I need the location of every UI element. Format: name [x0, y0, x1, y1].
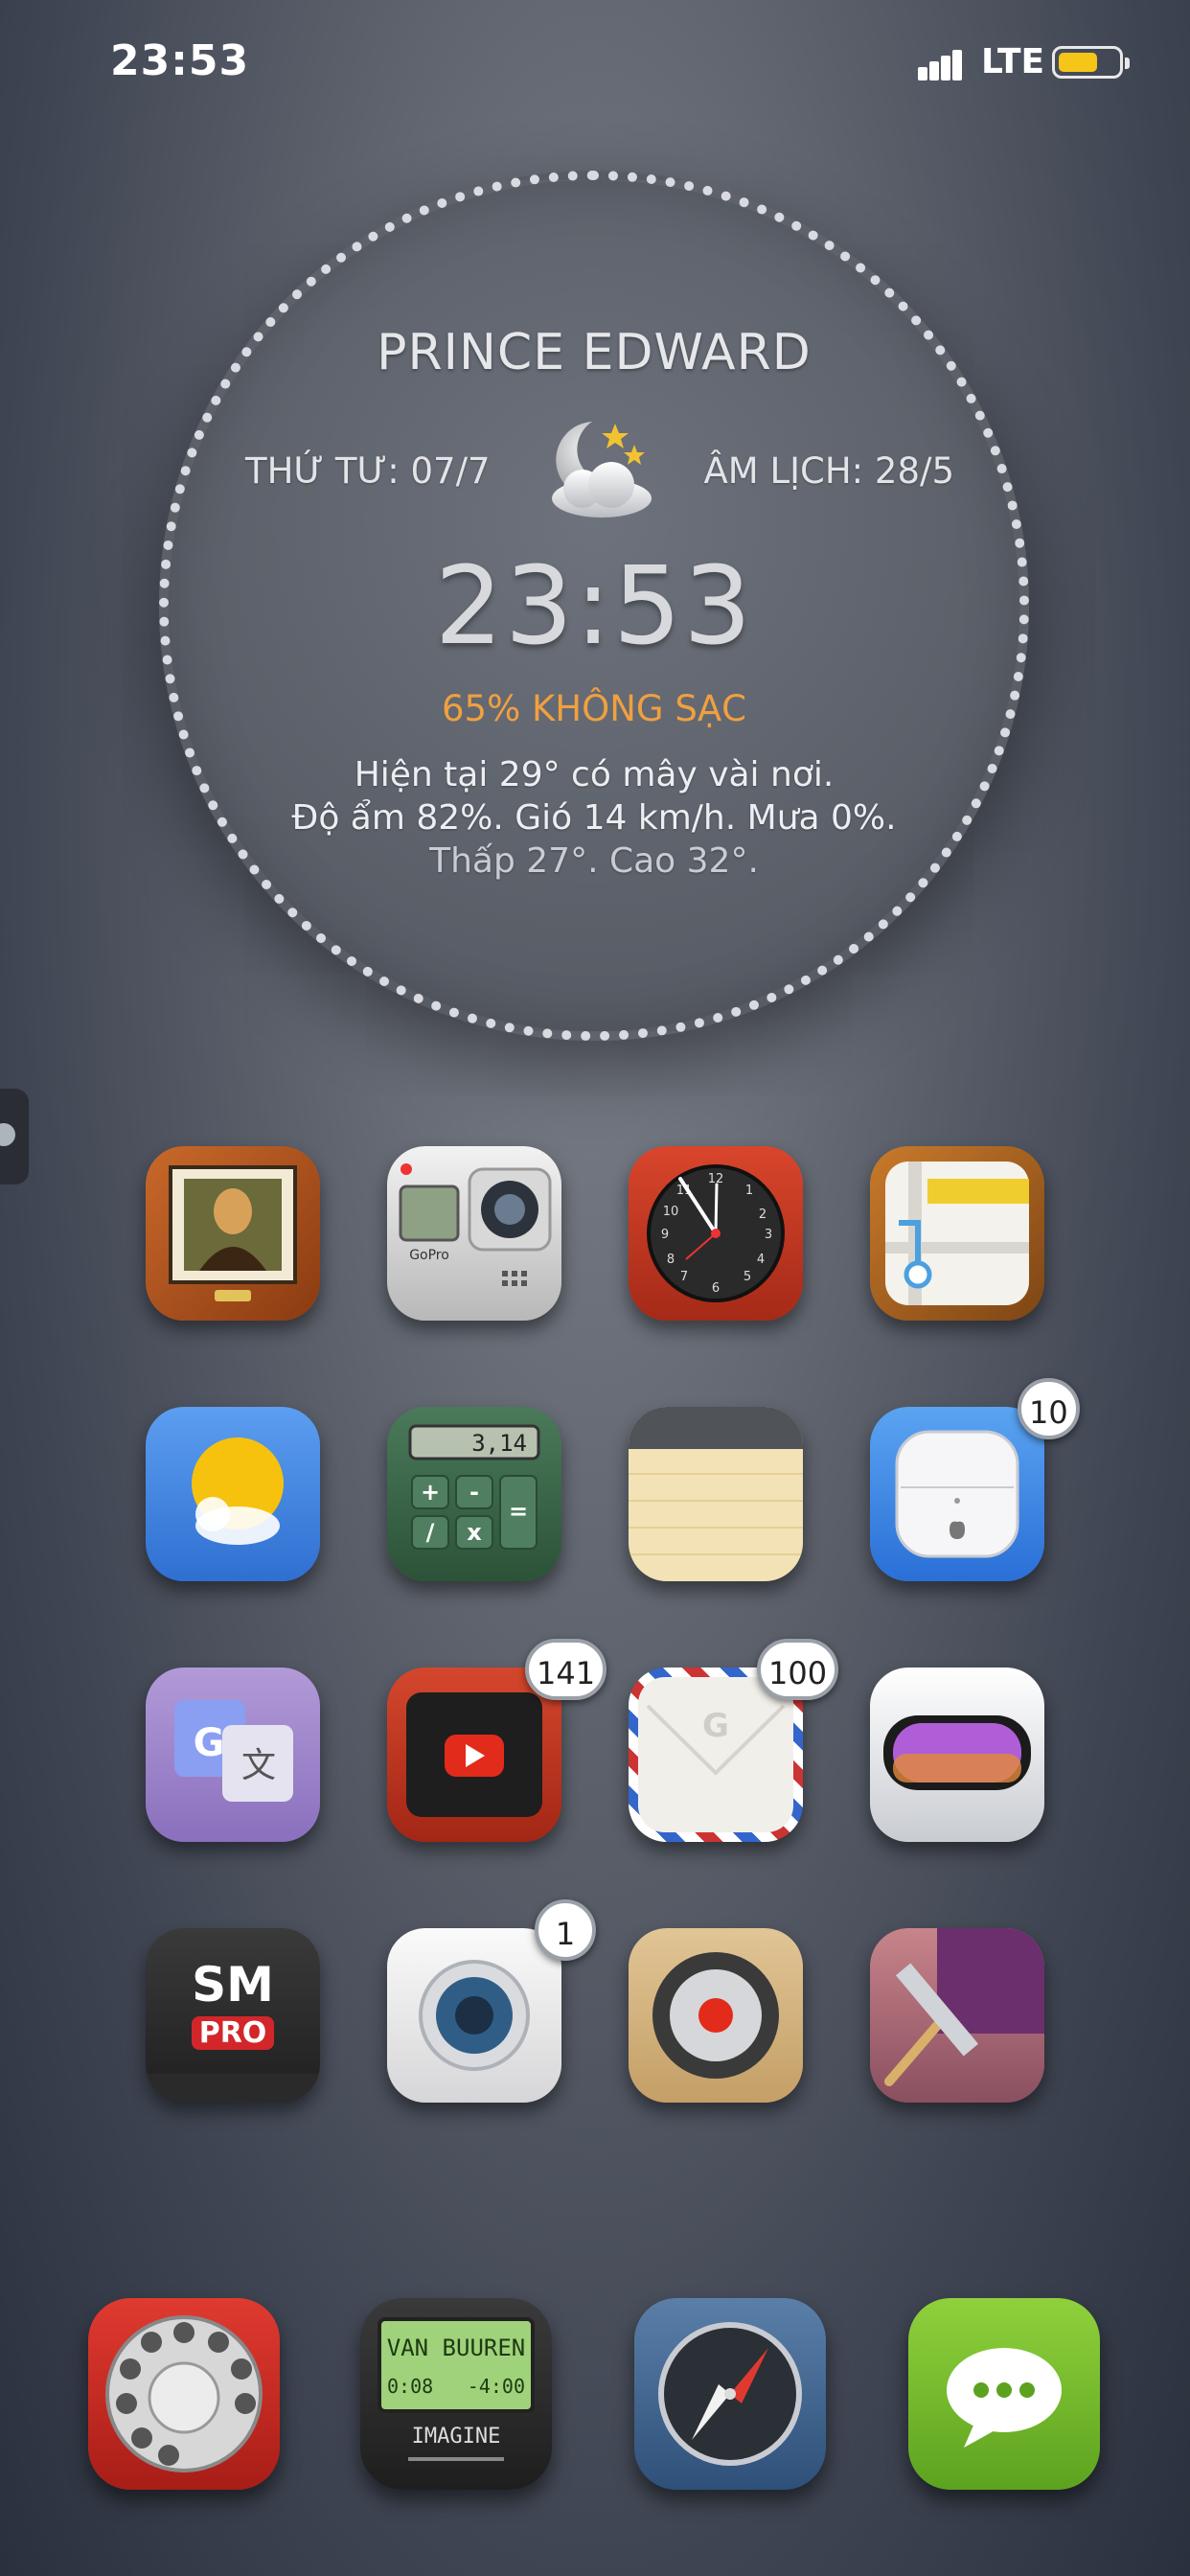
svg-text:8: 8 — [667, 1253, 675, 1267]
svg-text:GoPro: GoPro — [409, 1248, 449, 1263]
app-wallpaper[interactable] — [870, 1928, 1044, 2103]
app-ski-goggles[interactable] — [870, 1668, 1044, 1842]
network-type: LTE — [981, 42, 1045, 81]
notification-badge: 10 — [1018, 1378, 1080, 1439]
svg-text:/: / — [426, 1519, 435, 1546]
music-player-icon: VAN BUUREN 0:08 -4:00 IMAGINE — [360, 2298, 552, 2490]
app-youtube[interactable] — [387, 1668, 561, 1842]
ski-goggles-icon — [883, 1715, 1031, 1790]
camera-icon — [419, 1960, 530, 2071]
app-calculator[interactable]: + - / x = 3,14 — [387, 1407, 561, 1581]
svg-text:3: 3 — [765, 1228, 772, 1242]
google-translate-icon: G 文 — [174, 1700, 293, 1802]
dock-phone[interactable] — [88, 2298, 280, 2490]
app-gallery[interactable] — [146, 1146, 320, 1321]
calculator-display: 3,14 — [471, 1430, 527, 1457]
app-maps[interactable] — [870, 1146, 1044, 1321]
app-sm-pro[interactable]: SM PRO — [146, 1928, 320, 2103]
app-recorder[interactable] — [629, 1928, 803, 2103]
notification-badge: 100 — [757, 1639, 839, 1700]
svg-text:5: 5 — [744, 1270, 751, 1284]
app-gopro[interactable]: GoPro — [387, 1146, 561, 1321]
airpods-icon — [895, 1430, 1019, 1558]
notes-icon — [629, 1407, 803, 1555]
weather-details: Độ ẩm 82%. Gió 14 km/h. Mưa 0%. — [291, 798, 897, 838]
app-airpods[interactable] — [870, 1407, 1044, 1581]
music-remaining: -4:00 — [467, 2375, 525, 2398]
dock-music-player[interactable]: VAN BUUREN 0:08 -4:00 IMAGINE — [360, 2298, 552, 2490]
youtube-icon — [406, 1692, 542, 1817]
svg-text:+: + — [421, 1479, 440, 1506]
signal-strength-icon — [918, 46, 972, 80]
music-elapsed: 0:08 — [387, 2375, 434, 2398]
gopro-camera-icon: GoPro — [399, 1163, 552, 1286]
widget-time: 23:53 — [434, 544, 754, 669]
music-title: IMAGINE — [411, 2425, 501, 2449]
rotary-phone-icon — [105, 2315, 263, 2472]
app-clock[interactable]: 12 1 2 3 4 5 6 7 8 9 10 11 — [629, 1146, 803, 1321]
svg-text:1: 1 — [745, 1184, 753, 1198]
svg-text:=: = — [509, 1498, 528, 1525]
maps-icon — [885, 1162, 1029, 1305]
weather-sun-icon — [192, 1438, 284, 1545]
svg-text:G: G — [194, 1721, 225, 1765]
status-bar: 23:53 LTE — [0, 0, 1190, 125]
sm-pro-icon: SM PRO — [146, 1928, 320, 2103]
mona-lisa-gallery-icon — [169, 1165, 297, 1301]
wallpaper-squeegee-icon — [884, 1928, 1044, 2086]
svg-text:10: 10 — [663, 1205, 679, 1219]
clock-icon: 121234567891011 — [647, 1164, 785, 1302]
svg-text:G: G — [702, 1707, 729, 1745]
widget-date: THỨ TƯ: 07/7 — [245, 450, 491, 492]
battery-icon — [1052, 46, 1130, 79]
svg-text:-: - — [469, 1479, 479, 1506]
music-artist: VAN BUUREN — [386, 2334, 526, 2361]
svg-text:2: 2 — [759, 1208, 767, 1222]
status-time: 23:53 — [110, 36, 250, 85]
svg-text:4: 4 — [757, 1253, 765, 1267]
weather-current: Hiện tại 29° có mây vài nơi. — [354, 755, 835, 794]
weather-range: Thấp 27°. Cao 32°. — [429, 841, 759, 881]
svg-text:x: x — [467, 1519, 482, 1546]
app-camera[interactable] — [387, 1928, 561, 2103]
app-weather[interactable] — [146, 1407, 320, 1581]
record-button-icon — [652, 1952, 779, 2079]
svg-text:7: 7 — [680, 1270, 688, 1284]
night-cloudy-icon — [552, 422, 652, 518]
messages-icon — [947, 2348, 1062, 2448]
compass-icon — [658, 2322, 802, 2466]
widget-battery-status: 65% KHÔNG SẠC — [442, 688, 746, 729]
svg-text:6: 6 — [712, 1281, 720, 1296]
clock-weather-widget[interactable]: PRINCE EDWARD THỨ TƯ: 07/7 ÂM LỊCH: 28/5… — [159, 171, 1029, 1041]
svg-text:9: 9 — [661, 1228, 669, 1242]
dock-safari[interactable] — [634, 2298, 826, 2490]
app-notes[interactable] — [629, 1407, 803, 1581]
svg-text:文: 文 — [241, 1746, 276, 1785]
app-google-translate[interactable]: G 文 — [146, 1668, 320, 1842]
notification-badge: 1 — [535, 1899, 596, 1961]
side-panel-handle[interactable] — [0, 1089, 29, 1184]
dock-messages[interactable] — [908, 2298, 1100, 2490]
widget-lunar-date: ÂM LỊCH: 28/5 — [703, 450, 955, 492]
notification-badge: 141 — [525, 1639, 607, 1700]
widget-city: PRINCE EDWARD — [377, 324, 812, 381]
